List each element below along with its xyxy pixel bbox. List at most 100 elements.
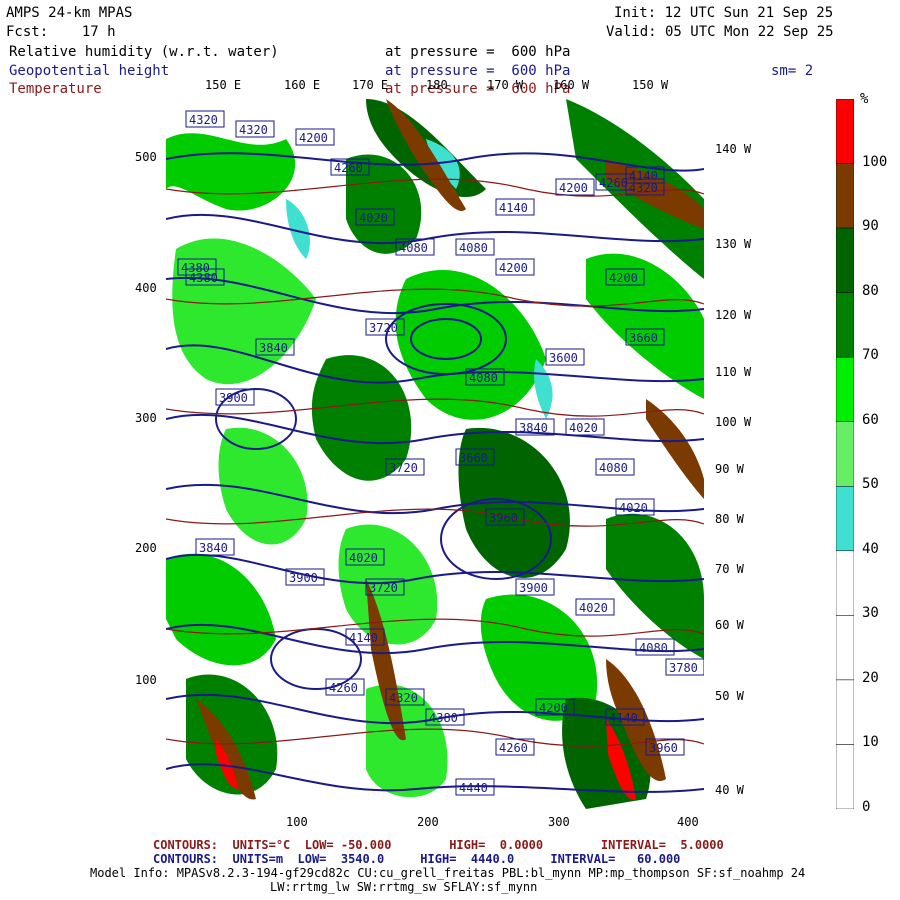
svg-text:4260: 4260 (334, 161, 363, 175)
svg-text:4320: 4320 (629, 181, 658, 195)
y-tick-label: 200 (135, 541, 157, 555)
svg-text:3900: 3900 (219, 391, 248, 405)
colorbar-unit: % (860, 91, 869, 107)
right-lon-label: 50 W (715, 689, 744, 703)
svg-text:4020: 4020 (359, 211, 388, 225)
humidity-colorbar (836, 99, 854, 809)
colorbar-label: 20 (862, 669, 879, 686)
field-rh-level: at pressure = 600 hPa (385, 44, 571, 60)
field-height-level: at pressure = 600 hPa (385, 63, 571, 79)
field-temp-name: Temperature (9, 81, 102, 97)
svg-text:4320: 4320 (189, 113, 218, 127)
svg-text:4380: 4380 (189, 271, 218, 285)
colorbar-label: 30 (862, 605, 879, 622)
svg-text:4080: 4080 (639, 641, 668, 655)
svg-text:4140: 4140 (499, 201, 528, 215)
svg-text:4080: 4080 (459, 241, 488, 255)
svg-text:3720: 3720 (369, 581, 398, 595)
colorbar-segment (836, 227, 854, 293)
svg-text:4080: 4080 (399, 241, 428, 255)
colorbar-segment (836, 99, 854, 164)
model-info-2: LW:rrtmg_lw SW:rrtmg_sw SFLAY:sf_mynn (270, 880, 538, 894)
colorbar-segment (836, 486, 854, 552)
colorbar-label: 70 (862, 347, 879, 364)
model-info: Model Info: MPASv8.2.3-194-gf29cd82c CU:… (90, 866, 806, 880)
y-tick-label: 100 (135, 673, 157, 687)
svg-text:4320: 4320 (239, 123, 268, 137)
svg-text:3660: 3660 (459, 451, 488, 465)
colorbar-segment (836, 679, 854, 745)
svg-text:4260: 4260 (599, 176, 628, 190)
svg-text:4080: 4080 (469, 371, 498, 385)
colorbar-segment (836, 744, 854, 809)
right-lon-label: 70 W (715, 562, 744, 576)
temp-contour-info: CONTOURS: UNITS=°C LOW= -50.000 HIGH= 0.… (153, 838, 724, 852)
field-temp-level: at pressure = 600 hPa (385, 81, 571, 97)
svg-text:4020: 4020 (569, 421, 598, 435)
svg-text:3780: 3780 (669, 661, 698, 675)
right-lon-label: 90 W (715, 462, 744, 476)
svg-text:3900: 3900 (519, 581, 548, 595)
svg-text:4440: 4440 (459, 781, 488, 795)
x-tick-label: 200 (417, 815, 439, 829)
svg-text:4260: 4260 (329, 681, 358, 695)
x-tick-label: 400 (677, 815, 699, 829)
svg-text:3900: 3900 (289, 571, 318, 585)
svg-text:4200: 4200 (499, 261, 528, 275)
weather-map: 4320 4320 4200 4260 4380 4020 4080 4080 4140 4200… (166, 99, 704, 809)
height-contour-info: CONTOURS: UNITS=m LOW= 3540.0 HIGH= 4440… (153, 852, 681, 866)
svg-text:3720: 3720 (369, 321, 398, 335)
svg-text:3840: 3840 (519, 421, 548, 435)
right-lon-label: 80 W (715, 512, 744, 526)
colorbar-segment (836, 615, 854, 681)
top-lon-label: 180 (426, 78, 448, 92)
field-height-name: Geopotential height (9, 63, 170, 79)
field-rh-name: Relative humidity (w.r.t. water) (9, 44, 279, 60)
svg-text:3660: 3660 (629, 331, 658, 345)
colorbar-label: 0 (862, 799, 871, 815)
colorbar-segment (836, 550, 854, 616)
y-tick-label: 400 (135, 281, 157, 295)
svg-text:4380: 4380 (429, 711, 458, 725)
valid-time: Valid: 05 UTC Mon 22 Sep 25 (606, 24, 834, 40)
svg-text:4320: 4320 (389, 691, 418, 705)
svg-text:3720: 3720 (389, 461, 418, 475)
svg-text:3960: 3960 (649, 741, 678, 755)
svg-text:4140: 4140 (349, 631, 378, 645)
x-tick-label: 100 (286, 815, 308, 829)
colorbar-segment (836, 356, 854, 422)
svg-text:3840: 3840 (259, 341, 288, 355)
svg-text:4260: 4260 (499, 741, 528, 755)
model-title: AMPS 24-km MPAS (6, 5, 133, 21)
colorbar-label: 50 (862, 476, 879, 493)
right-lon-label: 130 W (715, 237, 752, 251)
top-lon-label: 170 E (352, 78, 389, 92)
svg-text:4200: 4200 (609, 271, 638, 285)
colorbar-label: 60 (862, 411, 879, 428)
right-lon-label: 110 W (715, 365, 752, 379)
colorbar-segment (836, 163, 854, 229)
right-lon-label: 120 W (715, 308, 752, 322)
top-lon-label: 170 W (487, 78, 524, 92)
x-tick-label: 300 (548, 815, 570, 829)
svg-text:4200: 4200 (299, 131, 328, 145)
smoothing-label: sm= 2 (771, 63, 814, 79)
colorbar-label: 100 (862, 153, 888, 170)
colorbar-label: 40 (862, 540, 879, 557)
svg-text:3600: 3600 (549, 351, 578, 365)
svg-text:4140: 4140 (609, 711, 638, 725)
svg-text:4200: 4200 (559, 181, 588, 195)
svg-text:4020: 4020 (579, 601, 608, 615)
svg-text:4020: 4020 (349, 551, 378, 565)
top-lon-label: 160 W (553, 78, 590, 92)
right-lon-label: 100 W (715, 415, 752, 429)
y-tick-label: 300 (135, 411, 157, 425)
svg-text:4080: 4080 (599, 461, 628, 475)
svg-text:4020: 4020 (619, 501, 648, 515)
right-lon-label: 140 W (715, 142, 752, 156)
y-tick-label: 500 (135, 150, 157, 164)
colorbar-segment (836, 292, 854, 358)
svg-text:3960: 3960 (489, 511, 518, 525)
colorbar-label: 10 (862, 734, 879, 751)
top-lon-label: 160 E (284, 78, 321, 92)
